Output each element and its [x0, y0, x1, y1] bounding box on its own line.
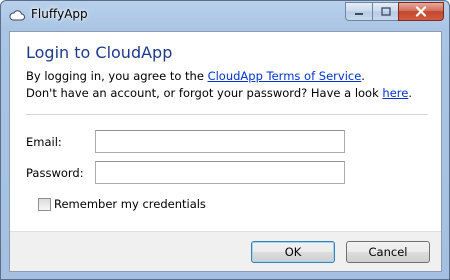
title-bar[interactable]: FluffyApp — [1, 1, 449, 31]
minimize-button[interactable] — [345, 2, 372, 21]
window-controls — [345, 2, 444, 22]
divider — [26, 114, 428, 115]
password-label: Password: — [26, 166, 84, 180]
minimize-icon — [355, 12, 363, 15]
terms-prefix: By logging in, you agree to the — [26, 69, 208, 83]
maximize-icon — [380, 7, 391, 16]
help-suffix: . — [408, 86, 412, 100]
email-label: Email: — [26, 135, 62, 149]
terms-suffix: . — [361, 69, 365, 83]
window-title: FluffyApp — [31, 7, 88, 21]
terms-text: By logging in, you agree to the CloudApp… — [26, 69, 365, 83]
cloud-icon — [9, 10, 25, 21]
ok-button[interactable]: OK — [251, 241, 335, 263]
maximize-button[interactable] — [372, 2, 398, 21]
help-prefix: Don't have an account, or forgot your pa… — [26, 86, 383, 100]
password-field[interactable] — [95, 161, 345, 184]
terms-of-service-link[interactable]: CloudApp Terms of Service — [208, 69, 362, 83]
close-icon — [415, 6, 427, 17]
login-window: FluffyApp Login to CloudApp By logging i… — [0, 0, 450, 280]
button-bar: OK Cancel — [10, 231, 441, 271]
remember-label[interactable]: Remember my credentials — [54, 197, 206, 211]
help-text: Don't have an account, or forgot your pa… — [26, 86, 412, 100]
cancel-button[interactable]: Cancel — [346, 241, 430, 263]
close-button[interactable] — [398, 2, 444, 21]
email-field[interactable] — [95, 130, 345, 153]
dialog-body: Login to CloudApp By logging in, you agr… — [9, 31, 442, 272]
dialog-heading: Login to CloudApp — [26, 43, 173, 62]
remember-checkbox[interactable] — [38, 198, 51, 211]
help-link[interactable]: here — [382, 86, 408, 100]
